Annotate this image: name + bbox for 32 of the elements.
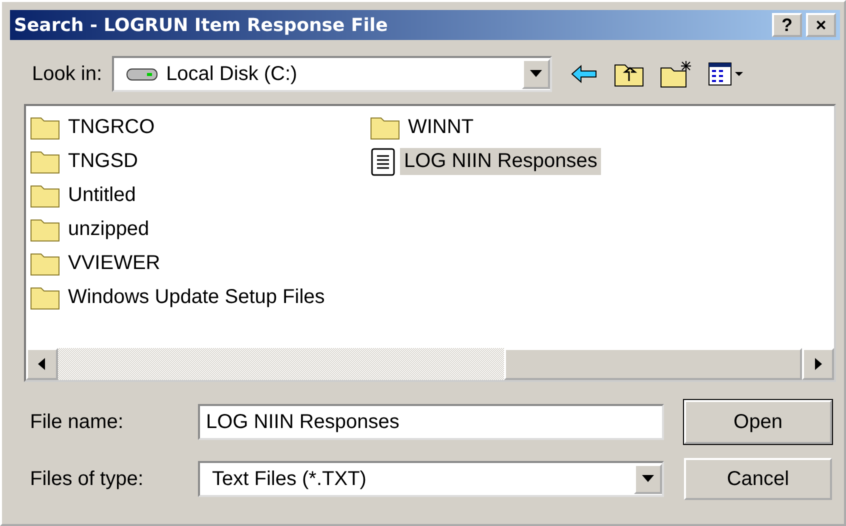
open-button[interactable]: Open [684,400,832,444]
file-item[interactable]: LOG NIIN Responses [400,148,602,174]
scroll-thumb[interactable] [504,348,802,380]
file-item[interactable]: unzipped [64,216,154,242]
horizontal-scrollbar[interactable] [26,348,834,380]
window-title: Search - LOGRUN Item Response File [14,14,388,36]
file-item[interactable]: TNGSD [64,148,142,174]
text-file-icon [370,146,396,176]
new-folder-icon[interactable] [660,60,692,88]
file-item[interactable]: Untitled [64,182,140,208]
view-menu-icon[interactable] [708,62,744,86]
dropdown-arrow-icon [530,70,542,78]
file-type-label: Files of type: [30,468,144,490]
cancel-button[interactable]: Cancel [684,458,832,500]
dropdown-arrow-icon [642,475,654,483]
look-in-dropdown[interactable]: Local Disk (C:) [112,56,552,92]
disk-drive-icon [126,66,158,82]
right-arrow-icon [814,358,822,370]
back-arrow-icon[interactable] [570,64,598,84]
help-button[interactable]: ? [772,13,802,37]
file-item[interactable]: WINNT [404,114,478,140]
scroll-left-button[interactable] [26,348,58,380]
left-arrow-icon [38,358,46,370]
look-in-label: Look in: [32,62,102,86]
close-button[interactable]: × [806,13,836,37]
scroll-right-button[interactable] [802,348,834,380]
file-name-label: File name: [30,410,124,434]
file-item[interactable]: Windows Update Setup Files [64,284,329,310]
file-item[interactable]: TNGRCO [64,114,159,140]
file-item[interactable]: VVIEWER [64,250,164,276]
file-type-dropdown[interactable]: Text Files (*.TXT) [198,461,664,497]
file-name-field[interactable]: LOG NIIN Responses [198,404,664,440]
